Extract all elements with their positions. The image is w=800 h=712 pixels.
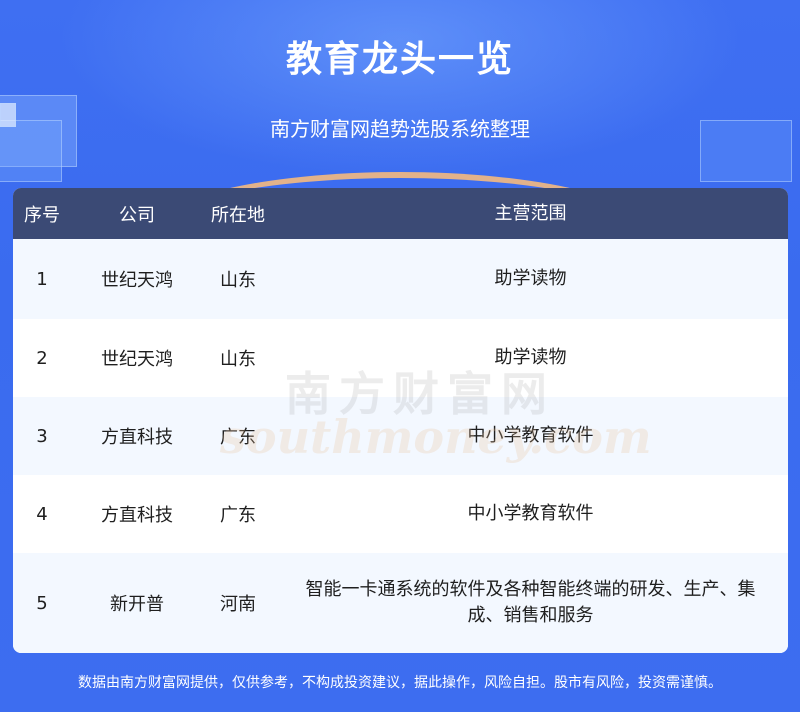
table-row: 3 方直科技 广东 中小学教育软件 (13, 397, 788, 475)
cell-no: 3 (36, 425, 48, 447)
cell-location: 山东 (220, 270, 256, 291)
leaders-table: 序号 公司 所在地 主营范围 1 世纪天鸿 山东 助学读物 2 世纪天鸿 山东 … (13, 188, 788, 653)
cell-no: 5 (36, 592, 48, 614)
table-row: 5 新开普 河南 智能一卡通系统的软件及各种智能终端的研发、生产、集成、销售和服… (13, 553, 788, 653)
column-header-company: 公司 (119, 204, 155, 226)
cell-location: 山东 (220, 349, 256, 370)
table-row: 4 方直科技 广东 中小学教育软件 (13, 475, 788, 553)
cell-no: 2 (36, 347, 48, 369)
cell-business: 中小学教育软件 (467, 503, 594, 524)
column-header-business: 主营范围 (494, 202, 567, 224)
cell-location: 河南 (220, 594, 256, 615)
column-header-location: 所在地 (211, 204, 265, 226)
table-row: 1 世纪天鸿 山东 助学读物 (13, 239, 788, 319)
cell-company: 方直科技 (101, 505, 173, 526)
page-title: 教育龙头一览 (285, 39, 514, 80)
cell-company: 世纪天鸿 (101, 270, 173, 291)
table-header: 序号 公司 所在地 主营范围 (13, 188, 788, 239)
cell-location: 广东 (220, 505, 256, 526)
footer-disclaimer: 数据由南方财富网提供，仅供参考，不构成投资建议，据此操作，风险自担。股市有风险，… (78, 675, 722, 691)
cell-business: 助学读物 (494, 347, 567, 368)
cell-location: 广东 (220, 427, 256, 448)
cell-company: 方直科技 (101, 427, 173, 448)
cell-company: 新开普 (110, 594, 164, 615)
page-subtitle: 南方财富网趋势选股系统整理 (270, 117, 530, 141)
cell-no: 1 (36, 268, 48, 290)
column-header-no: 序号 (24, 204, 60, 226)
cell-no: 4 (36, 503, 48, 525)
cell-business: 智能一卡通系统的软件及各种智能终端的研发、生产、集成、销售和服务 (305, 579, 756, 626)
cell-company: 世纪天鸿 (101, 349, 173, 370)
cell-business: 助学读物 (494, 268, 567, 289)
table-row: 2 世纪天鸿 山东 助学读物 (13, 319, 788, 397)
cell-business: 中小学教育软件 (467, 425, 594, 446)
